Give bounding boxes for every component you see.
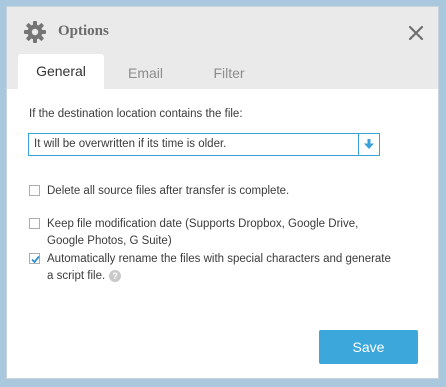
overwrite-policy-select[interactable]: It will be overwritten if its time is ol… [28,133,380,156]
delete-source-checkbox[interactable] [29,185,40,196]
auto-rename-text: Automatically rename the files with spec… [47,253,391,282]
auto-rename-checkbox[interactable] [29,253,40,264]
option-label: Keep file modification date (Supports Dr… [47,218,359,247]
tab-filter[interactable]: Filter [194,54,264,89]
select-value: It will be overwritten if its time is ol… [34,138,227,150]
arrow-down-icon [364,139,374,149]
checkmark-icon [31,255,40,264]
tab-email[interactable]: Email [108,54,183,89]
tab-general[interactable]: General [18,54,104,89]
option-label: Automatically rename the files with spec… [47,251,392,285]
option-delete-source: Delete all source files after transfer i… [29,183,392,200]
options-dialog: Options General Email Filter If the dest… [6,6,439,379]
save-button[interactable]: Save [319,330,418,364]
general-panel: If the destination location contains the… [7,89,438,378]
dropdown-button[interactable] [358,134,379,155]
option-keep-modification-date: Keep file modification date (Supports Dr… [29,216,392,250]
keep-date-checkbox[interactable] [29,218,40,229]
close-icon[interactable] [408,25,424,41]
gear-icon [24,21,46,43]
help-icon[interactable]: ? [109,269,122,282]
option-auto-rename: Automatically rename the files with spec… [29,251,392,285]
dialog-titlebar: Options General Email Filter [7,7,438,89]
option-label: Delete all source files after transfer i… [47,185,290,197]
dialog-title: Options [58,23,109,39]
destination-question-label: If the destination location contains the… [29,108,243,120]
